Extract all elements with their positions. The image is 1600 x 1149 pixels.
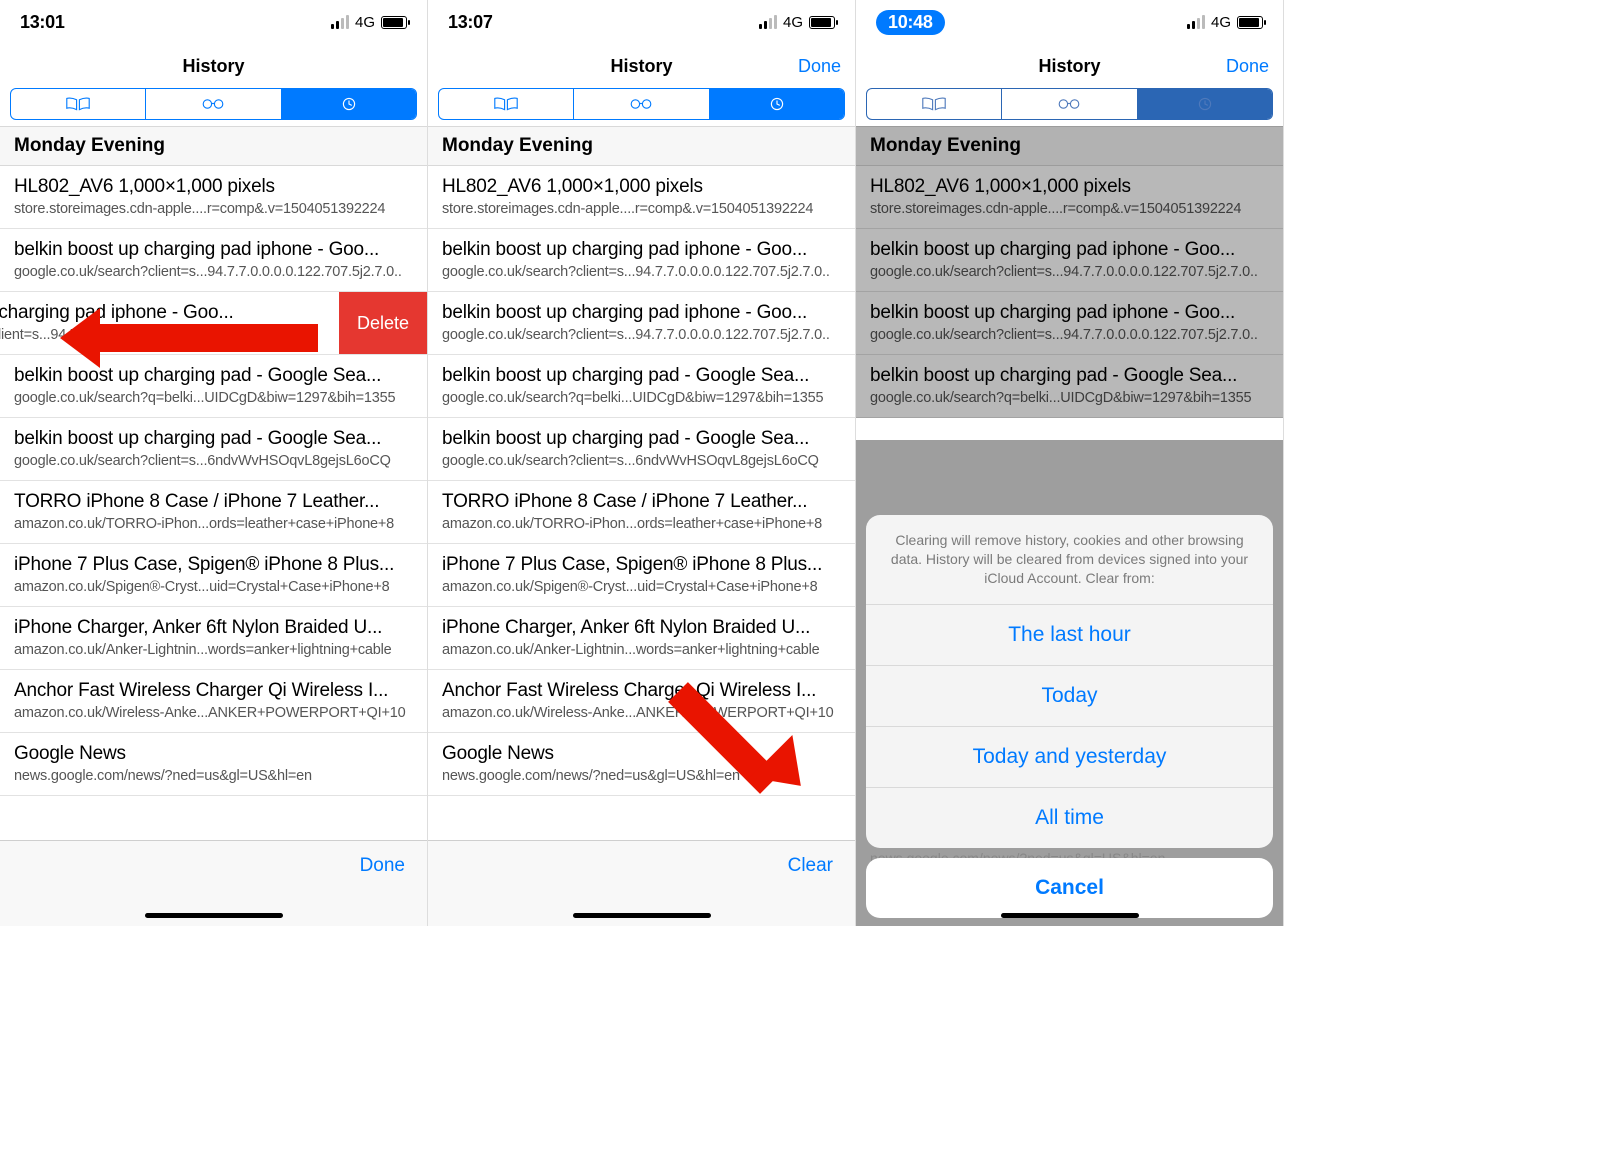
network-label: 4G — [1211, 14, 1231, 31]
glasses-icon — [1055, 95, 1083, 113]
history-row[interactable]: belkin boost up charging pad - Google Se… — [856, 355, 1283, 418]
history-row[interactable]: HL802_AV6 1,000×1,000 pixels store.store… — [856, 166, 1283, 229]
battery-icon — [381, 16, 407, 29]
tab-history[interactable] — [710, 89, 844, 119]
network-label: 4G — [355, 14, 375, 31]
screen-1-swipe-delete: 13:01 4G History Monday Evening HL802_AV… — [0, 0, 428, 926]
tab-bookmarks[interactable] — [867, 89, 1002, 119]
screen-2-clear: 13:07 4G History Done Monday Evening HL — [428, 0, 856, 926]
history-row[interactable]: HL802_AV6 1,000×1,000 pixels store.store… — [0, 166, 427, 229]
page-title: History — [182, 56, 244, 77]
segmented-control — [10, 88, 417, 120]
history-row[interactable]: Anchor Fast Wireless Charger Qi Wireless… — [0, 670, 427, 733]
tab-bookmarks[interactable] — [11, 89, 146, 119]
network-label: 4G — [783, 14, 803, 31]
history-row[interactable]: belkin boost up charging pad iphone - Go… — [428, 229, 855, 292]
history-row[interactable]: TORRO iPhone 8 Case / iPhone 7 Leather..… — [0, 481, 427, 544]
history-row[interactable]: iPhone 7 Plus Case, Spigen® iPhone 8 Plu… — [428, 544, 855, 607]
clock-icon — [335, 95, 363, 113]
segmented-control — [866, 88, 1273, 120]
home-indicator[interactable] — [573, 913, 711, 918]
tab-reading-list[interactable] — [1002, 89, 1137, 119]
segmented-control — [438, 88, 845, 120]
signal-icon — [1187, 15, 1205, 29]
status-bar: 13:07 4G — [428, 0, 855, 44]
status-icons: 4G — [759, 14, 835, 31]
glasses-icon — [627, 95, 655, 113]
book-icon — [64, 95, 92, 113]
clock-icon — [1191, 95, 1219, 113]
history-row[interactable]: HL802_AV6 1,000×1,000 pixels store.store… — [428, 166, 855, 229]
action-sheet: Clearing will remove history, cookies an… — [866, 515, 1273, 918]
history-row[interactable]: belkin boost up charging pad - Google Se… — [0, 418, 427, 481]
sheet-cancel-button[interactable]: Cancel — [866, 858, 1273, 918]
history-row[interactable]: belkin boost up charging pad iphone - Go… — [856, 229, 1283, 292]
status-bar: 10:48 4G — [856, 0, 1283, 44]
glasses-icon — [199, 95, 227, 113]
section-header: Monday Evening — [428, 126, 855, 166]
status-time: 13:07 — [448, 12, 493, 33]
done-button[interactable]: Done — [798, 44, 841, 88]
status-bar: 13:01 4G — [0, 0, 427, 44]
book-icon — [920, 95, 948, 113]
history-row[interactable]: Anchor Fast Wireless Charger Qi Wireless… — [428, 670, 855, 733]
status-time: 13:01 — [20, 12, 65, 33]
tab-bookmarks[interactable] — [439, 89, 574, 119]
signal-icon — [331, 15, 349, 29]
tab-history[interactable] — [282, 89, 416, 119]
book-icon — [492, 95, 520, 113]
history-row[interactable]: Google News news.google.com/news/?ned=us… — [0, 733, 427, 796]
sheet-option-all-time[interactable]: All time — [866, 788, 1273, 848]
sheet-option-today-yesterday[interactable]: Today and yesterday — [866, 727, 1273, 788]
nav-header: History — [0, 44, 427, 88]
history-row[interactable]: TORRO iPhone 8 Case / iPhone 7 Leather..… — [428, 481, 855, 544]
history-row[interactable]: belkin boost up charging pad - Google Se… — [428, 418, 855, 481]
home-indicator[interactable] — [1001, 913, 1139, 918]
sheet-option-today[interactable]: Today — [866, 666, 1273, 727]
clock-icon — [763, 95, 791, 113]
nav-header: History Done — [428, 44, 855, 88]
tab-reading-list[interactable] — [146, 89, 281, 119]
done-button[interactable]: Done — [1226, 44, 1269, 88]
history-row[interactable]: iPhone 7 Plus Case, Spigen® iPhone 8 Plu… — [0, 544, 427, 607]
home-indicator[interactable] — [145, 913, 283, 918]
battery-icon — [1237, 16, 1263, 29]
history-row[interactable]: belkin boost up charging pad - Google Se… — [0, 355, 427, 418]
status-icons: 4G — [1187, 14, 1263, 31]
tab-history[interactable] — [1138, 89, 1272, 119]
history-row[interactable]: Google News news.google.com/news/?ned=us… — [428, 733, 855, 796]
sheet-option-last-hour[interactable]: The last hour — [866, 605, 1273, 666]
history-row-swiped[interactable]: boost up charging pad iphone - Goo... uk… — [0, 292, 427, 355]
sheet-message: Clearing will remove history, cookies an… — [866, 515, 1273, 605]
delete-button[interactable]: Delete — [339, 292, 427, 354]
history-row[interactable]: belkin boost up charging pad iphone - Go… — [0, 229, 427, 292]
signal-icon — [759, 15, 777, 29]
history-row[interactable]: belkin boost up charging pad iphone - Go… — [856, 292, 1283, 355]
section-header: Monday Evening — [856, 126, 1283, 166]
history-row[interactable]: iPhone Charger, Anker 6ft Nylon Braided … — [428, 607, 855, 670]
battery-icon — [809, 16, 835, 29]
status-icons: 4G — [331, 14, 407, 31]
history-row[interactable]: belkin boost up charging pad iphone - Go… — [428, 292, 855, 355]
history-row[interactable]: iPhone Charger, Anker 6ft Nylon Braided … — [0, 607, 427, 670]
clear-button[interactable]: Clear — [788, 855, 833, 877]
screen-3-action-sheet: 10:48 4G History Done Monday Evening HL — [856, 0, 1284, 926]
page-title: History — [1038, 56, 1100, 77]
history-row[interactable]: belkin boost up charging pad - Google Se… — [428, 355, 855, 418]
page-title: History — [610, 56, 672, 77]
section-header: Monday Evening — [0, 126, 427, 166]
tab-reading-list[interactable] — [574, 89, 709, 119]
done-button[interactable]: Done — [360, 855, 405, 877]
nav-header: History Done — [856, 44, 1283, 88]
status-time-pill[interactable]: 10:48 — [876, 10, 945, 35]
